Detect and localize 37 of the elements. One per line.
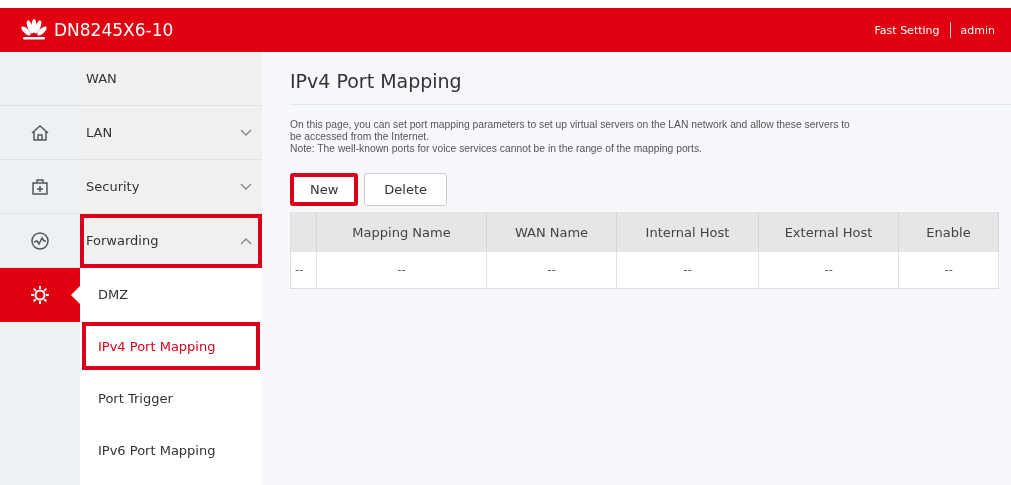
action-button[interactable]: Delete — [364, 173, 448, 206]
logo-icon — [20, 19, 48, 41]
submenu-item[interactable]: IPv4 Port Mapping — [80, 320, 262, 372]
table-cell: -- — [617, 252, 759, 289]
description-text: Note: The well-known ports for voice services cannot be in the range of the mapping ports. — [290, 143, 703, 155]
chevron-icon — [240, 128, 252, 137]
home-icon — [30, 122, 50, 143]
menu-item[interactable]: WAN — [80, 52, 262, 106]
column-header: WAN Name — [487, 212, 617, 252]
column-header: Mapping Name — [317, 212, 487, 252]
submenu-item[interactable]: Port Trigger — [80, 372, 262, 424]
medical-box-icon — [30, 176, 50, 197]
header-link[interactable]: admin — [960, 23, 995, 37]
column-header: External Host — [759, 212, 899, 252]
column-header: Internal Host — [617, 212, 759, 252]
table-cell: -- — [759, 252, 899, 289]
pulse-icon — [30, 230, 50, 251]
rail-item[interactable] — [0, 268, 80, 322]
column-header: Enable — [899, 212, 999, 252]
menu-item[interactable]: LAN — [80, 106, 262, 160]
chevron-icon — [240, 182, 252, 191]
page-title: IPv4 Port Mapping — [290, 70, 1011, 105]
header-link[interactable]: Fast Setting — [874, 23, 940, 37]
settings-icon — [30, 285, 50, 305]
table-cell: -- — [899, 252, 999, 289]
chevron-icon — [240, 236, 252, 245]
description-text: On this page, you can set port mapping parameters to set up virtual servers on the LAN network and allow these servers to — [290, 119, 851, 131]
menu-item[interactable]: Forwarding — [80, 214, 262, 268]
device-title: DN8245X6-10 — [54, 20, 174, 40]
submenu-item[interactable]: IPv6 Port Mapping — [80, 424, 262, 476]
table-cell: -- — [487, 252, 617, 289]
description-text: be accessed from the Internet. — [290, 131, 431, 143]
table-cell: -- — [317, 252, 487, 289]
table-cell: -- — [291, 252, 317, 289]
action-button[interactable]: New — [290, 173, 359, 206]
menu-item[interactable]: Security — [80, 160, 262, 214]
submenu-item[interactable]: DMZ — [80, 268, 262, 320]
